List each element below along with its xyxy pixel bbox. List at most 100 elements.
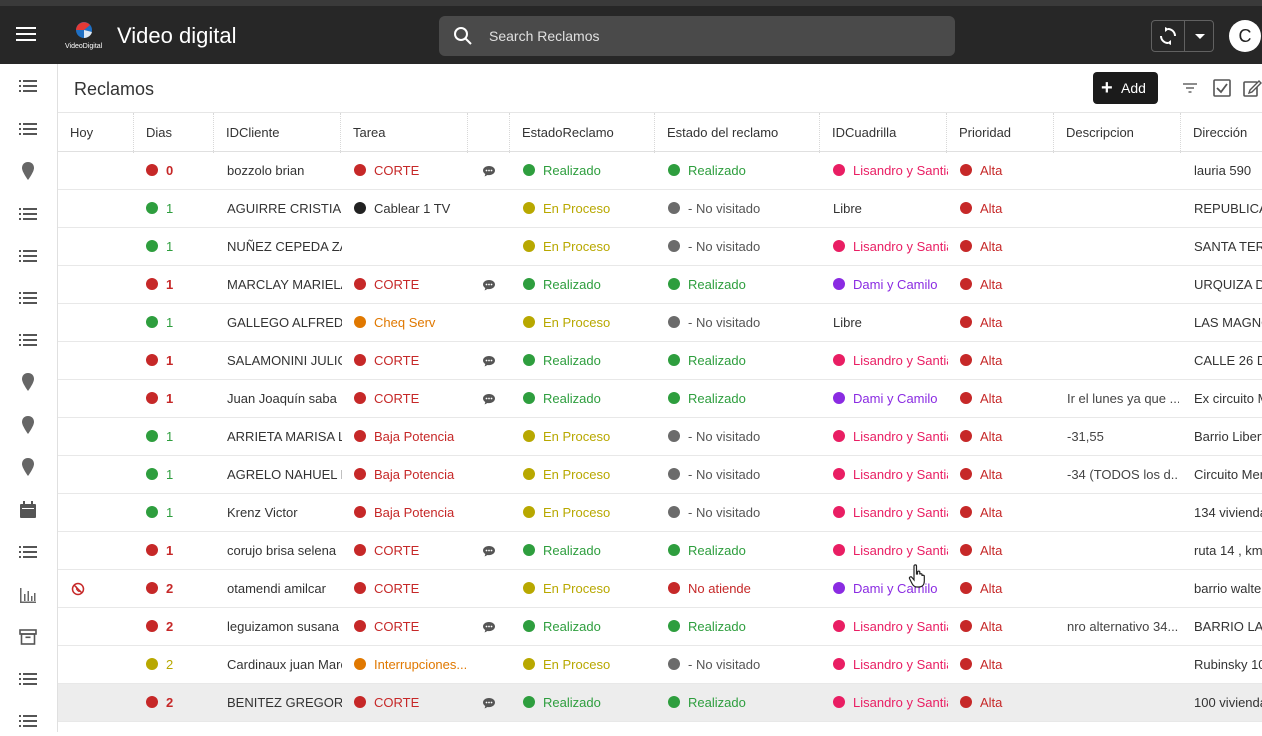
location-icon <box>22 373 34 391</box>
table-row[interactable]: 2 BENITEZ GREGORIA CORTE Realizado Realizado… <box>58 684 1262 722</box>
sync-icon[interactable] <box>1159 27 1177 45</box>
chat-icon[interactable] <box>482 608 496 646</box>
status-dot <box>668 544 680 556</box>
column-header-estado-del-reclamo[interactable]: Estado del reclamo <box>655 113 820 153</box>
no-phone-icon <box>71 582 85 596</box>
avatar[interactable]: C <box>1229 20 1261 52</box>
sidebar-item-list-icon[interactable] <box>18 711 38 731</box>
table-row[interactable]: 1 AGRELO NAHUEL FEDERICO Baja Potencia En P… <box>58 456 1262 494</box>
estado-del-reclamo-cell: - No visitado <box>668 190 818 228</box>
app-title: Video digital <box>117 23 237 48</box>
table-row[interactable]: 1 MARCLAY MARIELA CORTE Realizado Realizado D… <box>58 266 1262 304</box>
prioridad-cell: Alta <box>960 456 1050 494</box>
table-row[interactable]: 1 SALAMONINI JULIO CORTE Realizado Realizado… <box>58 342 1262 380</box>
estadoreclamo-cell: Realizado <box>523 152 653 190</box>
status-dot <box>833 240 845 252</box>
column-header-direccion[interactable]: Dirección <box>1181 113 1262 153</box>
column-header-chat[interactable] <box>468 113 510 153</box>
chat-icon[interactable] <box>482 532 496 570</box>
chat-icon[interactable] <box>482 342 496 380</box>
menu-icon[interactable] <box>16 27 36 41</box>
sidebar-item-list-icon[interactable] <box>18 76 38 96</box>
table-row[interactable]: 1 ARRIETA MARISA LILIANA Baja Potencia En P… <box>58 418 1262 456</box>
idcuadrilla-cell: Lisandro y Santiago <box>833 684 948 722</box>
sidebar-item-list-icon[interactable] <box>18 330 38 350</box>
status-dot <box>146 582 158 594</box>
sidebar-item-list-icon[interactable] <box>18 542 38 562</box>
status-dot <box>146 392 158 404</box>
chat-icon[interactable] <box>482 266 496 304</box>
status-dot <box>960 430 972 442</box>
filter-icon[interactable] <box>1182 80 1198 96</box>
column-header-prioridad[interactable]: Prioridad <box>947 113 1054 153</box>
search-bar[interactable]: Search Reclamos <box>439 16 955 56</box>
column-header-descripcion[interactable]: Descripcion <box>1054 113 1181 153</box>
column-header-estadoreclamo[interactable]: EstadoReclamo <box>510 113 655 153</box>
column-header-hoy[interactable]: Hoy <box>58 113 134 153</box>
sidebar-item-list-icon[interactable] <box>18 246 38 266</box>
sync-button-group <box>1151 20 1214 52</box>
table-row[interactable]: 1 Krenz Victor Baja Potencia En Proceso - No… <box>58 494 1262 532</box>
idcuadrilla-cell: Dami y Camilo <box>833 266 948 304</box>
checkbox-icon[interactable] <box>1212 78 1232 98</box>
sidebar-item-location-icon[interactable] <box>18 457 38 477</box>
list-icon <box>19 715 37 727</box>
sidebar-item-list-icon[interactable] <box>18 288 38 308</box>
sidebar-item-list-icon[interactable] <box>18 119 38 139</box>
status-dot <box>523 468 535 480</box>
sidebar-item-bar-chart-icon[interactable] <box>18 585 38 605</box>
status-dot <box>523 278 535 290</box>
status-dot <box>960 316 972 328</box>
table-row[interactable]: 2 Cardinaux juan Marcos Interrupciones... E… <box>58 646 1262 684</box>
chat-icon[interactable] <box>482 152 496 190</box>
table-row[interactable]: 1 NUÑEZ CEPEDA ZAIRA En Proceso - No visita… <box>58 228 1262 266</box>
column-header-dias[interactable]: Dias <box>134 113 214 153</box>
status-dot <box>354 316 366 328</box>
table-row[interactable]: 2 otamendi amilcar CORTE En Proceso No atien… <box>58 570 1262 608</box>
table-row[interactable]: 1 AGUIRRE CRISTIAN Cablear 1 TV En Proceso -… <box>58 190 1262 228</box>
sidebar-item-list-icon[interactable] <box>18 204 38 224</box>
status-dot <box>960 506 972 518</box>
status-dot <box>960 164 972 176</box>
status-dot <box>354 354 366 366</box>
table-row[interactable]: 1 corujo brisa selena CORTE Realizado Realiz… <box>58 532 1262 570</box>
list-icon <box>19 292 37 304</box>
edit-icon[interactable] <box>1242 78 1262 98</box>
column-header-idcliente[interactable]: IDCliente <box>214 113 341 153</box>
sidebar-item-calendar-icon[interactable] <box>18 500 38 520</box>
prioridad-cell: Alta <box>960 152 1050 190</box>
idcuadrilla-cell: Libre <box>833 315 862 330</box>
direccion-cell: SANTA TERESA <box>1194 239 1262 254</box>
estadoreclamo-cell: En Proceso <box>523 418 653 456</box>
table-row[interactable]: 2 leguizamon susana CORTE Realizado Realizad… <box>58 608 1262 646</box>
chevron-down-icon[interactable] <box>1195 34 1205 39</box>
search-input[interactable]: Search Reclamos <box>489 28 600 44</box>
tarea-cell: CORTE <box>354 266 466 304</box>
plus-icon: + <box>1101 77 1113 99</box>
estado-del-reclamo-cell: - No visitado <box>668 456 818 494</box>
list-icon <box>19 546 37 558</box>
direccion-cell: LAS MAGNOLIAS <box>1194 315 1262 330</box>
chat-icon[interactable] <box>482 684 496 722</box>
sidebar-item-location-icon[interactable] <box>18 415 38 435</box>
chat-icon[interactable] <box>482 380 496 418</box>
dias-cell: 1 <box>146 228 173 266</box>
sidebar-item-archive-icon[interactable] <box>18 627 38 647</box>
table-row[interactable]: 1 Juan Joaquín saba CORTE Realizado Realizad… <box>58 380 1262 418</box>
table-row[interactable]: 0 bozzolo brian CORTE Realizado Realizado Lis… <box>58 152 1262 190</box>
column-header-idcuadrilla[interactable]: IDCuadrilla <box>820 113 947 153</box>
status-dot <box>960 240 972 252</box>
sidebar-item-location-icon[interactable] <box>18 161 38 181</box>
hand-cursor-icon <box>908 564 925 588</box>
status-dot <box>523 582 535 594</box>
table-row[interactable]: 1 GALLEGO ALFREDO Cheq Serv En Proceso - No … <box>58 304 1262 342</box>
status-dot <box>960 392 972 404</box>
sidebar-item-location-icon[interactable] <box>18 372 38 392</box>
location-icon <box>22 162 34 180</box>
prioridad-cell: Alta <box>960 494 1050 532</box>
prioridad-cell: Alta <box>960 342 1050 380</box>
add-button[interactable]: + Add <box>1093 72 1158 104</box>
column-header-tarea[interactable]: Tarea <box>341 113 468 153</box>
sidebar-item-list-icon[interactable] <box>18 669 38 689</box>
estadoreclamo-cell: Realizado <box>523 684 653 722</box>
